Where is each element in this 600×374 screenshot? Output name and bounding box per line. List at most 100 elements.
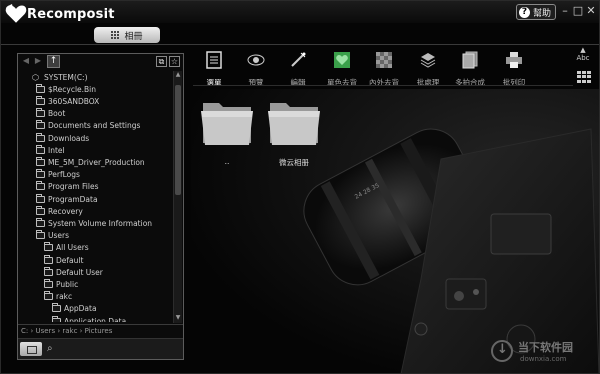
up-folder-button[interactable]: ↑: [47, 55, 60, 68]
folder-parent-label: ..: [224, 157, 230, 166]
tool-printer[interactable]: 批列印: [493, 49, 535, 87]
tree-item[interactable]: Public: [44, 278, 78, 290]
tree-item[interactable]: ProgramData: [36, 193, 98, 205]
app-title: Recomposit: [27, 6, 115, 22]
tree-item[interactable]: All Users: [44, 242, 89, 254]
heart-logo-icon: [5, 4, 27, 24]
tree-item-label: All Users: [56, 243, 89, 253]
tree-item[interactable]: AppData: [52, 303, 97, 315]
tool-checker[interactable]: 內外去背: [363, 49, 405, 87]
checker-icon: [375, 51, 393, 69]
printer-icon: [505, 51, 523, 69]
folder-icon: [36, 132, 45, 142]
watermark-title: 当下软件园: [518, 341, 573, 354]
tool-label: 選單: [206, 78, 222, 87]
help-label: 幫助: [533, 8, 552, 19]
folder-icon: [36, 193, 45, 203]
tree-item-label: Boot: [48, 109, 66, 119]
sort-abc-icon[interactable]: ▲ Abc: [575, 47, 591, 63]
maximize-button[interactable]: □: [572, 4, 584, 18]
drive-icon: ⬡: [32, 72, 39, 82]
favorite-star-icon[interactable]: ☆: [169, 56, 180, 67]
folder-icon: [52, 303, 61, 313]
tree-item-label: PerfLogs: [48, 170, 80, 180]
folder-icon: [44, 254, 53, 264]
watermark-subtitle: downxia.com: [520, 355, 567, 363]
tree-item[interactable]: Documents and Settings: [36, 120, 140, 132]
tree-item[interactable]: Program Files: [36, 181, 99, 193]
tree-item-label: Program Files: [48, 182, 99, 192]
tool-stack[interactable]: 多拍合成: [449, 49, 491, 87]
folder-icon: [44, 242, 53, 252]
sort-label: Abc: [576, 54, 590, 62]
list-icon: [205, 51, 223, 69]
tree-item[interactable]: Boot: [36, 108, 65, 120]
app-window: Recomposit ? 幫助 – □ ✕ 相冊 ◀ ▶ ↑ ⧉ ☆ ⬡ SYST…: [0, 0, 600, 374]
tree-item-label: Intel: [48, 145, 65, 155]
scroll-up-icon[interactable]: ▲: [174, 71, 182, 79]
tree-item[interactable]: ME_5M_Driver_Production: [36, 156, 145, 168]
tree-item[interactable]: Users: [36, 230, 69, 242]
tree-item-label: ME_5M_Driver_Production: [48, 157, 145, 167]
tree-item-label: Public: [56, 279, 79, 289]
folder-icon: [44, 278, 53, 288]
folder-icon: [36, 230, 45, 240]
tree-item[interactable]: 360SANDBOX: [36, 95, 99, 107]
tool-edit-wand[interactable]: 編輯: [277, 49, 319, 87]
tree-item[interactable]: $Recycle.Bin: [36, 83, 96, 95]
edit-wand-icon: [289, 51, 307, 69]
help-button[interactable]: ? 幫助: [516, 4, 556, 20]
tree-item-label: 360SANDBOX: [48, 96, 100, 106]
tool-heart-green[interactable]: 單色去背: [321, 49, 363, 87]
folder-icon: [268, 103, 320, 145]
search-icon[interactable]: ⌕: [47, 343, 59, 355]
tree-item[interactable]: PerfLogs: [36, 169, 80, 181]
new-folder-icon[interactable]: ⧉: [156, 56, 167, 67]
grid-view-icon[interactable]: [577, 71, 591, 83]
tree-item-label: Default: [56, 255, 84, 265]
tree-item[interactable]: Application Data: [52, 315, 126, 322]
tool-layers[interactable]: 批處理: [407, 49, 449, 87]
folder-icon: [201, 103, 253, 145]
folder-icon: [36, 144, 45, 154]
tree-item-label: SYSTEM(C:): [44, 72, 88, 82]
tree-item[interactable]: Default User: [44, 266, 103, 278]
grid-icon: [111, 30, 120, 40]
watermark-logo: 当下软件园 downxia.com: [491, 337, 599, 371]
stack-icon: [461, 51, 479, 69]
download-icon: [491, 340, 513, 362]
tree-item[interactable]: Intel: [36, 144, 65, 156]
folder-icon: [36, 83, 45, 93]
tree-item[interactable]: rakc: [44, 291, 72, 303]
minimize-button[interactable]: –: [559, 4, 571, 18]
tool-label: 編輯: [290, 78, 306, 87]
tool-eye[interactable]: 預覽: [235, 49, 277, 87]
folder-tree-panel: ◀ ▶ ↑ ⧉ ☆ ⬡ SYSTEM(C:) $Recycle.Bin 360SAND…: [17, 53, 184, 360]
scroll-thumb[interactable]: [175, 85, 181, 195]
folder-icon: [36, 181, 45, 191]
folder-view-button[interactable]: [20, 342, 42, 356]
folder-weiyun-album[interactable]: [266, 97, 322, 153]
folder-parent[interactable]: [199, 97, 255, 153]
close-button[interactable]: ✕: [585, 4, 597, 18]
back-arrow-icon[interactable]: ◀: [21, 56, 31, 66]
tree-item[interactable]: Default: [44, 254, 83, 266]
tool-list[interactable]: 選單: [193, 49, 235, 87]
tool-label: 預覽: [248, 78, 264, 87]
folder-weiyun-label: 微云相册: [279, 158, 309, 167]
scroll-down-icon[interactable]: ▼: [174, 314, 182, 322]
tree-item[interactable]: Downloads: [36, 132, 89, 144]
tab-album[interactable]: 相冊: [94, 27, 160, 43]
tree-item-label: Users: [48, 231, 70, 241]
folder-icon: [36, 95, 45, 105]
tree-scrollbar[interactable]: ▲ ▼: [173, 71, 182, 323]
tree-item[interactable]: Recovery: [36, 205, 83, 217]
tree-toolbar: ◀ ▶ ↑ ⧉ ☆: [18, 54, 183, 69]
divider: [1, 44, 599, 45]
tree-item[interactable]: System Volume Information: [36, 217, 152, 229]
folder-icon: [36, 120, 45, 130]
tree-item-label: Documents and Settings: [48, 121, 141, 131]
tree-item[interactable]: ⬡ SYSTEM(C:): [32, 71, 88, 83]
forward-arrow-icon[interactable]: ▶: [33, 56, 43, 66]
tool-label: 內外去背: [369, 78, 399, 87]
